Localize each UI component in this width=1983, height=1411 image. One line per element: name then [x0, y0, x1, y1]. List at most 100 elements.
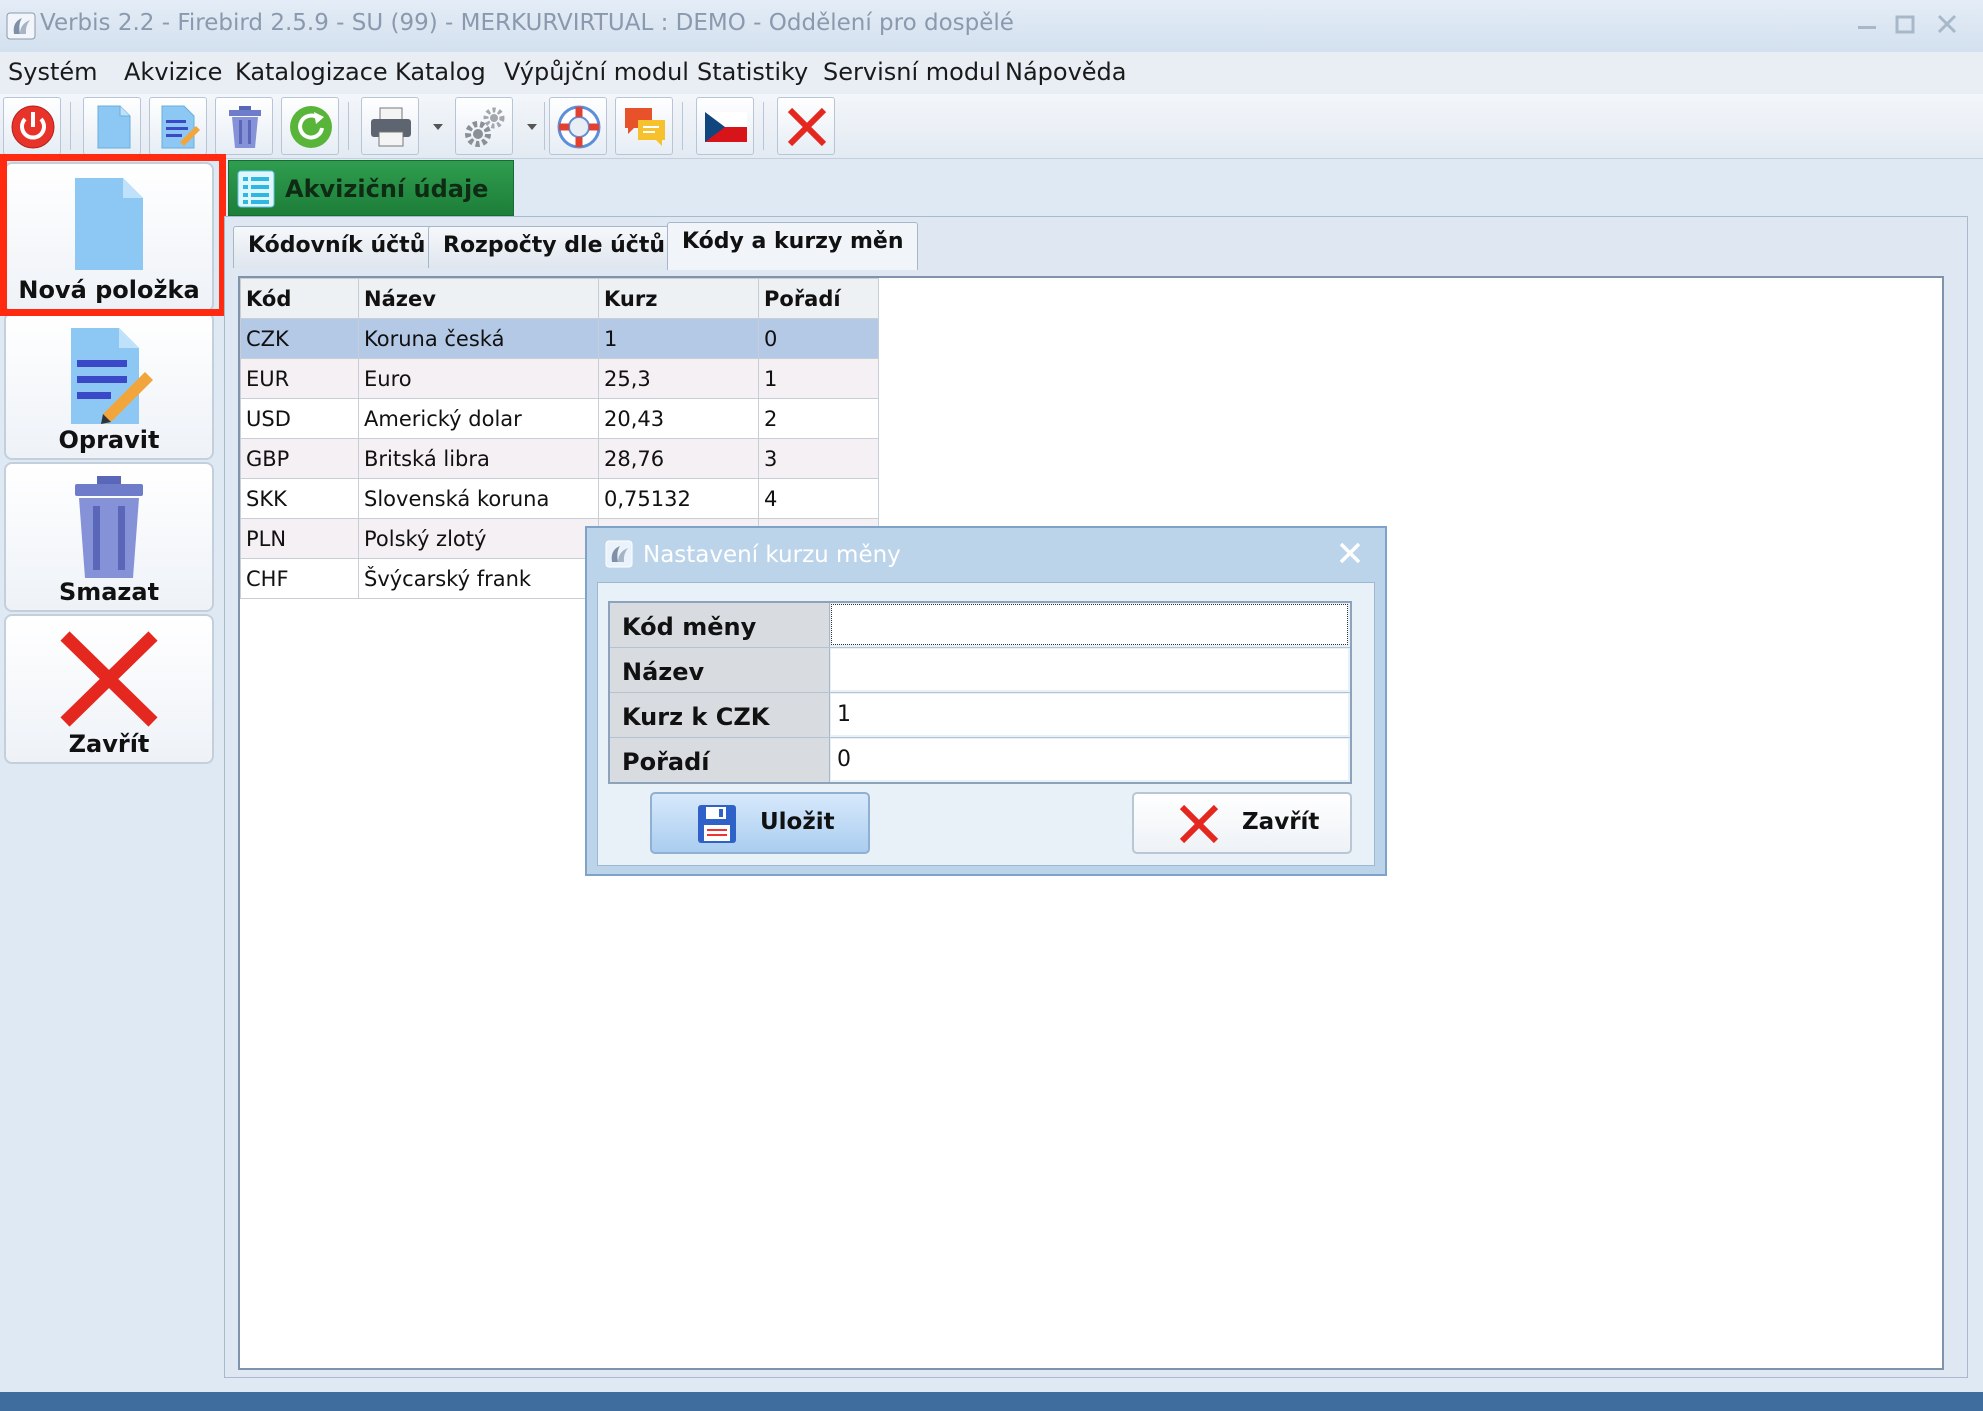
- table-row[interactable]: CZK Koruna česká 1 0: [240, 318, 879, 359]
- tab-rozpocty-dle-uctu[interactable]: Rozpočty dle účtů: [428, 226, 681, 268]
- tb-close-button[interactable]: [777, 97, 835, 155]
- name-label: Název: [610, 648, 830, 692]
- tb-refresh-button[interactable]: [281, 97, 339, 155]
- toolbar-separator: [682, 102, 683, 150]
- tb-language-button[interactable]: [696, 97, 754, 155]
- close-x-icon: [1179, 804, 1219, 844]
- currency-name-input[interactable]: [831, 649, 1348, 690]
- tb-delete-button[interactable]: [215, 97, 273, 155]
- cell-name: Koruna česká: [358, 318, 599, 359]
- toolbar-separator: [763, 102, 764, 150]
- cell-name: Euro: [358, 358, 599, 399]
- tb-messages-button[interactable]: [615, 97, 673, 155]
- floppy-disk-icon: [698, 805, 736, 843]
- edit-label: Opravit: [58, 426, 160, 454]
- column-header-nazev[interactable]: Název: [358, 278, 599, 319]
- dialog-close-icon[interactable]: [1337, 540, 1363, 566]
- app-logo-icon: [6, 12, 36, 40]
- toolbar-separator: [348, 102, 349, 150]
- maximize-icon[interactable]: [1888, 10, 1922, 40]
- window-close-icon[interactable]: [1930, 10, 1964, 40]
- save-button-label: Uložit: [760, 809, 835, 835]
- column-header-poradi[interactable]: Pořadí: [758, 278, 879, 319]
- list-icon: [237, 170, 275, 208]
- menu-bar: Systém Akvizice Katalogizace Katalog Výp…: [0, 52, 1983, 95]
- order-input[interactable]: [831, 739, 1348, 780]
- tb-print-button[interactable]: [361, 97, 419, 155]
- table-row[interactable]: USD Americký dolar 20,43 2: [240, 398, 879, 439]
- cell-name: Slovenská koruna: [358, 478, 599, 519]
- rate-input[interactable]: [831, 694, 1348, 735]
- save-button[interactable]: Uložit: [650, 792, 870, 854]
- trash-icon: [229, 106, 261, 148]
- title-bar: Verbis 2.2 - Firebird 2.5.9 - SU (99) - …: [0, 0, 1983, 53]
- dialog-title: Nastavení kurzu měny: [643, 542, 901, 568]
- panel-tab-label: Akviziční údaje: [285, 175, 489, 203]
- tb-power-button[interactable]: [3, 97, 61, 155]
- cell-code: CHF: [240, 558, 359, 599]
- close-x-icon: [787, 107, 827, 147]
- cell-rate: 0,75132: [598, 478, 759, 519]
- status-bar: [0, 1392, 1983, 1411]
- new-document-icon: [97, 105, 131, 149]
- cell-code: EUR: [240, 358, 359, 399]
- menu-vypujcni-modul[interactable]: Výpůjční modul: [504, 58, 689, 86]
- settings-dropdown-arrow-icon[interactable]: [525, 118, 539, 136]
- menu-statistiky[interactable]: Statistiky: [697, 58, 808, 86]
- cell-name: Polský zlotý: [358, 518, 599, 559]
- table-row[interactable]: EUR Euro 25,3 1: [240, 358, 879, 399]
- tb-edit-button[interactable]: [149, 97, 207, 155]
- table-header-row: Kód Název Kurz Pořadí: [240, 278, 879, 319]
- edit-button[interactable]: Opravit: [4, 312, 214, 460]
- cell-code: GBP: [240, 438, 359, 479]
- form-row-rate: Kurz k CZK: [610, 693, 1350, 738]
- refresh-icon: [290, 106, 332, 148]
- czech-flag-icon: [705, 112, 747, 142]
- cell-name: Britská libra: [358, 438, 599, 479]
- cell-code: PLN: [240, 518, 359, 559]
- gear-icon: [465, 107, 505, 147]
- tb-new-button[interactable]: [83, 97, 141, 155]
- tab-kody-a-kurzy-men[interactable]: Kódy a kurzy měn: [667, 222, 919, 270]
- lifebuoy-icon: [557, 105, 601, 149]
- panel-tab-akvizicni-udaje[interactable]: Akviziční údaje: [228, 160, 514, 216]
- tab-kodovnik-uctu[interactable]: Kódovník účtů: [233, 226, 441, 268]
- close-button[interactable]: Zavřít: [4, 614, 214, 764]
- menu-katalog[interactable]: Katalog: [395, 58, 486, 86]
- trash-icon: [75, 476, 143, 578]
- rate-label: Kurz k CZK: [610, 693, 830, 737]
- tb-help-button[interactable]: [549, 97, 607, 155]
- cell-rate: 25,3: [598, 358, 759, 399]
- table-row[interactable]: SKK Slovenská koruna 0,75132 4: [240, 478, 879, 519]
- menu-system[interactable]: Systém: [8, 58, 98, 86]
- highlight-box: [0, 154, 226, 316]
- toolbar-separator: [70, 102, 71, 150]
- dialog-titlebar[interactable]: Nastavení kurzu měny: [587, 528, 1385, 582]
- code-label: Kód měny: [610, 603, 830, 647]
- power-icon: [11, 105, 55, 149]
- tb-settings-button[interactable]: [455, 97, 513, 155]
- minimize-icon[interactable]: [1850, 10, 1884, 40]
- menu-akvizice[interactable]: Akvizice: [124, 58, 222, 86]
- menu-katalogizace[interactable]: Katalogizace: [235, 58, 388, 86]
- delete-button[interactable]: Smazat: [4, 462, 214, 612]
- currency-code-input[interactable]: [831, 604, 1348, 645]
- table-row[interactable]: GBP Britská libra 28,76 3: [240, 438, 879, 479]
- print-dropdown-arrow-icon[interactable]: [431, 118, 445, 136]
- menu-servisni-modul[interactable]: Servisní modul: [823, 58, 1001, 86]
- chat-bubbles-icon: [625, 108, 665, 146]
- dialog-form: Kód měny Název Kurz k CZK Pořadí: [608, 601, 1352, 784]
- cell-name: Americký dolar: [358, 398, 599, 439]
- dialog-close-button[interactable]: Zavřít: [1132, 792, 1352, 854]
- cell-rate: 20,43: [598, 398, 759, 439]
- app-logo-icon: [605, 540, 633, 568]
- column-header-kod[interactable]: Kód: [240, 278, 359, 319]
- close-label: Zavřít: [68, 730, 150, 758]
- edit-document-icon: [161, 105, 200, 149]
- column-header-kurz[interactable]: Kurz: [598, 278, 759, 319]
- window-title: Verbis 2.2 - Firebird 2.5.9 - SU (99) - …: [40, 10, 1014, 36]
- cell-code: USD: [240, 398, 359, 439]
- menu-napoveda[interactable]: Nápověda: [1005, 58, 1127, 86]
- order-label: Pořadí: [610, 738, 830, 782]
- cell-name: Švýcarský frank: [358, 558, 599, 599]
